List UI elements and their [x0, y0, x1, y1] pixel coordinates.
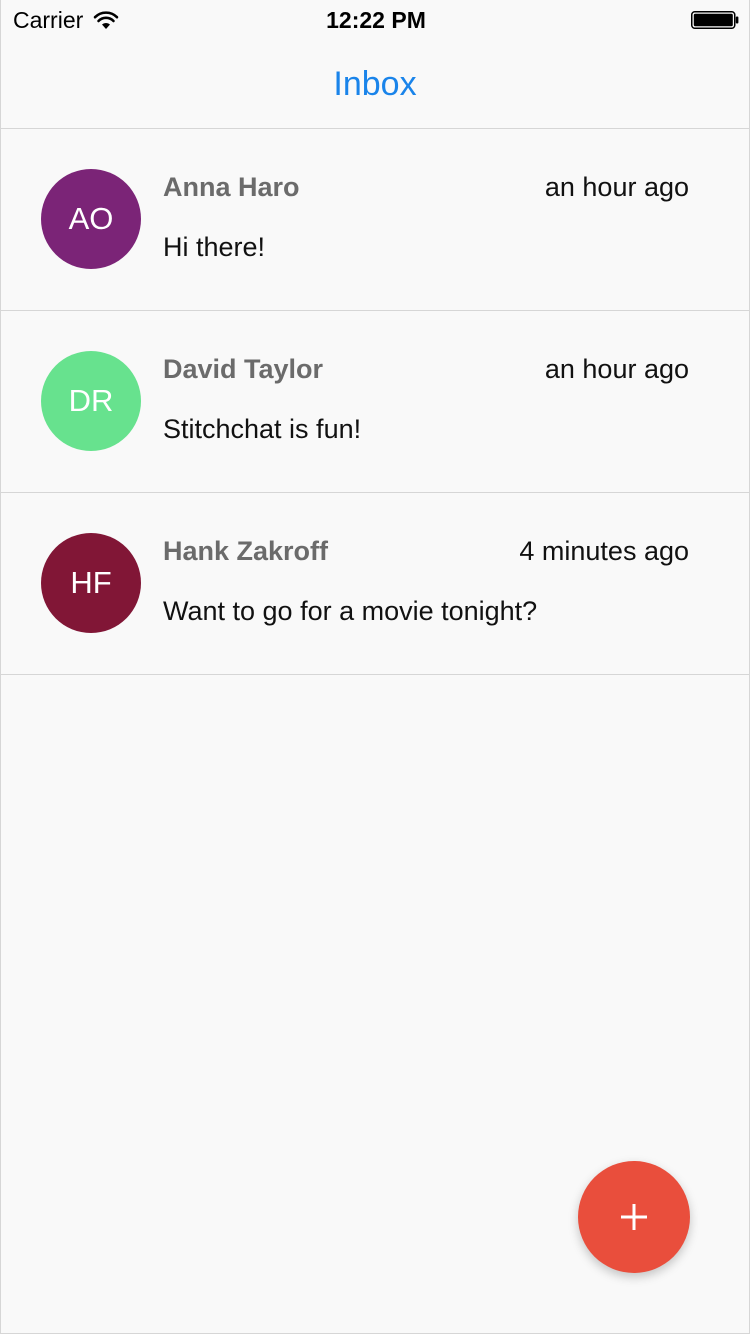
message-timestamp: an hour ago: [544, 172, 689, 202]
message-preview: Hi there!: [163, 232, 266, 262]
sender-name: Hank Zakroff: [163, 536, 329, 566]
status-time: 12:22 PM: [326, 7, 426, 33]
message-timestamp: an hour ago: [544, 354, 689, 384]
plus-icon: [621, 1204, 647, 1230]
sender-name: David Taylor: [163, 354, 324, 384]
navigation-bar: Inbox: [1, 40, 749, 129]
compose-button[interactable]: [578, 1161, 690, 1273]
avatar: AO: [41, 169, 141, 269]
message-row[interactable]: AO Anna Haro an hour ago Hi there!: [1, 129, 749, 311]
inbox-screen: Carrier 12:22 PM Inbox AO Anna Haro an h…: [0, 0, 750, 1334]
message-list: AO Anna Haro an hour ago Hi there! DR Da…: [1, 129, 749, 675]
message-preview: Want to go for a movie tonight?: [163, 596, 538, 626]
status-bar: Carrier 12:22 PM: [1, 0, 750, 40]
message-row[interactable]: HF Hank Zakroff 4 minutes ago Want to go…: [1, 493, 749, 675]
avatar: HF: [41, 533, 141, 633]
message-timestamp: 4 minutes ago: [519, 536, 689, 566]
message-preview: Stitchchat is fun!: [163, 414, 362, 444]
avatar: DR: [41, 351, 141, 451]
sender-name: Anna Haro: [163, 172, 300, 202]
battery-full-icon: [691, 11, 739, 29]
message-row[interactable]: DR David Taylor an hour ago Stitchchat i…: [1, 311, 749, 493]
page-title: Inbox: [333, 65, 417, 103]
